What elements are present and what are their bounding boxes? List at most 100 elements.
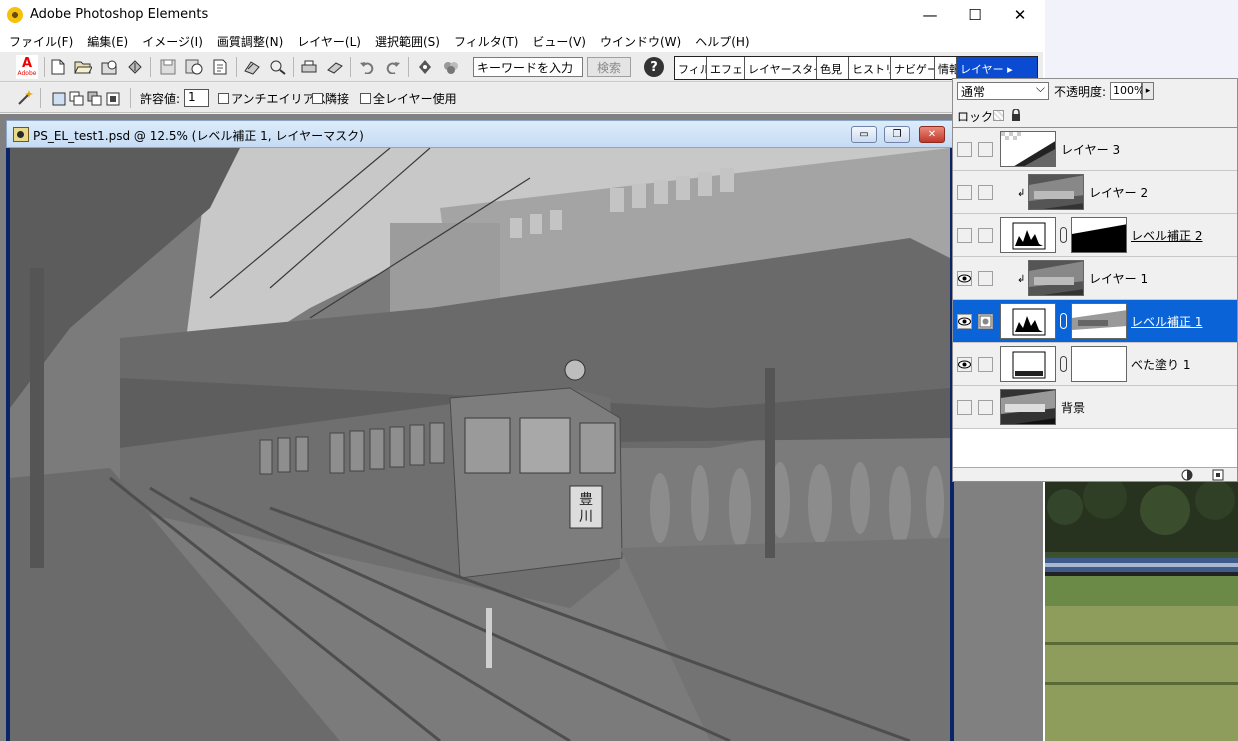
photoshop-elements-window: Adobe Photoshop Elements — ☐ ✕ ファイル(F) 編… (0, 0, 1043, 741)
clipping-arrow-icon: ↲ (1017, 188, 1026, 199)
link-toggle[interactable] (978, 142, 993, 157)
intersect-selection-icon[interactable] (102, 88, 124, 110)
link-toggle[interactable] (978, 228, 993, 243)
tab-layer-styles[interactable]: レイヤースタイ (745, 57, 817, 79)
chain-link-icon[interactable] (1060, 227, 1067, 243)
chain-link-icon[interactable] (1060, 356, 1067, 372)
tab-fill[interactable]: フィル (675, 57, 707, 79)
layer-row-solid-fill-1[interactable]: べた塗り 1 (953, 343, 1237, 386)
redo-icon[interactable] (382, 56, 404, 78)
layer-mask-thumbnail[interactable] (1071, 303, 1127, 339)
visibility-toggle[interactable] (957, 142, 972, 157)
layer-thumbnail (1000, 131, 1056, 167)
lock-transparency-icon[interactable] (993, 110, 1004, 121)
mask-edit-indicator[interactable] (978, 314, 993, 329)
antialias-checkbox[interactable]: アンチエイリアス (218, 90, 327, 107)
opacity-input[interactable]: 100% (1110, 82, 1144, 100)
toolbar-separator (236, 57, 237, 77)
new-file-icon[interactable] (47, 56, 69, 78)
tab-info[interactable]: 情報 (935, 57, 957, 79)
layer-row-levels-2[interactable]: レベル補正 2 (953, 214, 1237, 257)
new-layer-icon[interactable] (1212, 469, 1224, 481)
print-icon[interactable] (298, 56, 320, 78)
menu-select[interactable]: 選択範囲(S) (368, 33, 447, 50)
tolerance-input[interactable]: 1 (184, 89, 209, 107)
pdf-icon[interactable] (209, 56, 231, 78)
adjustment-layer-icon[interactable] (1181, 469, 1193, 481)
visibility-toggle[interactable] (957, 185, 972, 200)
search-input[interactable] (473, 57, 583, 77)
image-canvas[interactable]: 豊 川 (10, 148, 950, 741)
document-icon (13, 127, 29, 142)
tab-history[interactable]: ヒストリ (849, 57, 891, 79)
menu-view[interactable]: ビュー(V) (525, 33, 593, 50)
import-icon[interactable] (124, 56, 146, 78)
menu-filter[interactable]: フィルタ(T) (447, 33, 525, 50)
layer-row-levels-1[interactable]: レベル補正 1 (953, 300, 1237, 343)
open-folder-icon[interactable] (72, 56, 94, 78)
step-backward-icon[interactable] (414, 56, 436, 78)
menu-file[interactable]: ファイル(F) (2, 33, 80, 50)
menu-help[interactable]: ヘルプ(H) (688, 33, 756, 50)
visibility-toggle[interactable] (957, 314, 972, 329)
close-button[interactable]: ✕ (997, 0, 1043, 30)
menu-image[interactable]: イメージ(I) (135, 33, 210, 50)
doc-close-button[interactable]: ✕ (919, 126, 945, 143)
layer-mask-thumbnail[interactable] (1071, 217, 1127, 253)
browse-icon[interactable] (98, 56, 120, 78)
search-button[interactable]: 検索 (587, 57, 631, 77)
save-icon[interactable] (157, 56, 179, 78)
visibility-toggle[interactable] (957, 228, 972, 243)
magnify-preview-icon[interactable] (267, 56, 289, 78)
adobe-logo[interactable]: A Adobe (16, 55, 38, 79)
layer-thumbnail (1028, 174, 1084, 210)
menu-layer[interactable]: レイヤー(L) (290, 33, 368, 50)
print-preview-icon[interactable] (241, 56, 263, 78)
menu-window[interactable]: ウインドウ(W) (593, 33, 688, 50)
chain-link-icon[interactable] (1060, 313, 1067, 329)
link-toggle[interactable] (978, 271, 993, 286)
visibility-toggle[interactable] (957, 271, 972, 286)
tab-layers[interactable]: レイヤー ▸ (957, 57, 1037, 79)
tab-effects[interactable]: エフェク (707, 57, 745, 79)
link-toggle[interactable] (978, 400, 993, 415)
layer-row-2[interactable]: ↲ レイヤー 2 (953, 171, 1237, 214)
layer-row-background[interactable]: 背景 (953, 386, 1237, 429)
undo-icon[interactable] (356, 56, 378, 78)
tab-navigator[interactable]: ナビゲー (891, 57, 935, 79)
maximize-button[interactable]: ☐ (952, 0, 998, 30)
palette-well: フィル エフェク レイヤースタイ 色見 ヒストリ ナビゲー 情報 レイヤー ▸ (674, 56, 1038, 80)
layer-row-1[interactable]: ↲ レイヤー 1 (953, 257, 1237, 300)
levels-adjustment-icon (1000, 303, 1056, 339)
lock-icon[interactable] (1011, 109, 1021, 121)
layer-thumbnail (1000, 389, 1056, 425)
color-palette-icon[interactable] (440, 56, 462, 78)
document-title-bar[interactable]: PS_EL_test1.psd @ 12.5% (レベル補正 1, レイヤーマス… (6, 120, 954, 148)
doc-minimize-button[interactable]: ▭ (851, 126, 877, 143)
save-for-web-icon[interactable] (183, 56, 205, 78)
scan-icon[interactable] (324, 56, 346, 78)
layer-mask-thumbnail[interactable] (1071, 346, 1127, 382)
toolbar-separator (130, 88, 131, 108)
visibility-toggle[interactable] (957, 400, 972, 415)
layer-name: べた塗り 1 (1131, 358, 1191, 372)
menu-enhance[interactable]: 画質調整(N) (210, 33, 290, 50)
app-title: Adobe Photoshop Elements (30, 7, 209, 22)
contiguous-checkbox[interactable]: 隣接 (312, 90, 349, 107)
tolerance-label: 許容値: (140, 92, 181, 106)
visibility-toggle[interactable] (957, 357, 972, 372)
magic-wand-icon[interactable] (14, 87, 36, 109)
doc-restore-button[interactable]: ❐ (884, 126, 910, 143)
opacity-slider-arrow-icon[interactable]: ▸ (1142, 82, 1154, 100)
layer-row-3[interactable]: レイヤー 3 (953, 128, 1237, 171)
all-layers-checkbox[interactable]: 全レイヤー使用 (360, 90, 457, 107)
minimize-button[interactable]: — (907, 0, 953, 30)
tab-color-swatches[interactable]: 色見 (817, 57, 849, 79)
toolbar-separator (293, 57, 294, 77)
help-icon[interactable]: ? (644, 57, 664, 77)
menu-edit[interactable]: 編集(E) (80, 33, 135, 50)
link-toggle[interactable] (978, 185, 993, 200)
link-toggle[interactable] (978, 357, 993, 372)
layer-name: レイヤー 1 (1089, 272, 1149, 286)
blend-mode-select[interactable]: 通常 (957, 81, 1049, 100)
